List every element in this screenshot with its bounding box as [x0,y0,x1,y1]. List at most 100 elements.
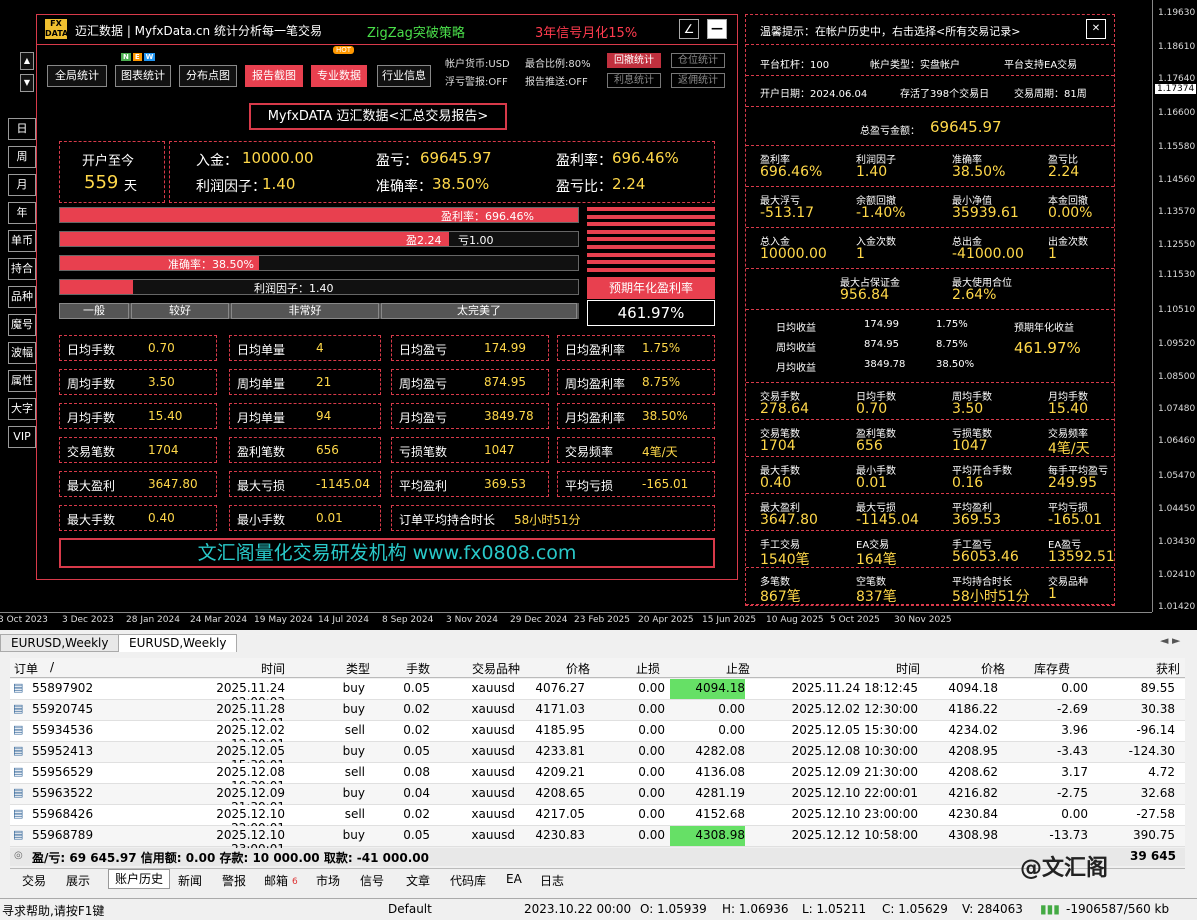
bottom-tab-2[interactable]: 账户历史 [108,869,171,889]
table-cell: 4076.27 [535,681,585,695]
nav-1[interactable]: 周 [8,146,36,168]
bottom-tab-4[interactable]: 警报 [222,872,246,889]
stat-label: 交易频率 [565,445,614,459]
column-header[interactable]: 价格 [930,660,1005,677]
days-unit: 天 [124,179,138,194]
table-row[interactable]: ▤559687892025.12.10 23:00:01buy0.05xauus… [10,826,1185,856]
table-cell: 55897902 [32,681,94,695]
tab-2[interactable]: 分布点图 [179,65,237,87]
metric-value: 1 [1048,246,1057,262]
rebate-stats-button[interactable]: 返佣统计 [671,73,725,88]
column-header[interactable]: 价格 [530,660,590,677]
status-low: L: 1.05211 [802,902,867,916]
table-cell: 0.00 [638,765,665,779]
column-header[interactable]: / [50,660,62,674]
table-row[interactable]: ▤559684262025.12.10 22:00:01sell0.02xauu… [10,805,1185,835]
column-header[interactable]: 订单 [14,660,44,677]
stat-cell: 平均盈利 369.53 [391,471,549,497]
bottom-tab-3[interactable]: 新闻 [178,872,202,889]
table-cell: xauusd [471,786,515,800]
metric-value: 0.40 [760,475,792,491]
time-tick: 24 Mar 2024 [190,615,248,625]
table-cell: 4233.81 [535,744,585,758]
tab-5[interactable]: 行业信息 [377,65,431,87]
nav-11[interactable]: VIP [8,426,36,448]
table-row[interactable]: ▤558979022025.11.24 02:00:03buy0.05xauus… [10,679,1185,709]
bottom-tab-11[interactable]: 日志 [540,872,564,889]
bottom-tab-9[interactable]: 代码库 [450,872,486,889]
scroll-up-button[interactable]: ▲ [20,52,34,70]
nav-6[interactable]: 品种 [8,286,36,308]
table-row[interactable]: ▤559345362025.12.02 12:30:01sell0.02xauu… [10,721,1185,751]
website-banner[interactable]: 文汇阁量化交易研发机构 www.fx0808.com [59,538,715,568]
column-header[interactable]: 库存费 [1010,660,1070,677]
column-header[interactable]: 交易品种 [460,660,520,677]
table-cell: 390.75 [1133,828,1175,842]
nav-10[interactable]: 大字 [8,398,36,420]
drawdown-stats-button[interactable]: 回撤统计 [607,53,661,68]
nav-5[interactable]: 持合 [8,258,36,280]
chart-tab[interactable]: EURUSD,Weekly [0,634,120,652]
bottom-tab-0[interactable]: 交易 [22,872,46,889]
chart-tab-active[interactable]: EURUSD,Weekly [118,634,238,652]
column-header[interactable]: 手数 [400,660,430,677]
bottom-tab-1[interactable]: 展示 [66,872,90,889]
edit-icon[interactable]: ∠ [679,19,699,39]
tab-scroll-icon[interactable]: ◄ ► [1160,634,1180,647]
table-cell: 89.55 [1140,681,1175,695]
nav-7[interactable]: 魔号 [8,314,36,336]
nav-0[interactable]: 日 [8,118,36,140]
bottom-tab-8[interactable]: 文章 [406,872,430,889]
bottom-tab-10[interactable]: EA [506,872,522,886]
table-row[interactable]: ▤559207452025.11.28 02:30:01buy0.02xauus… [10,700,1185,730]
tab-1[interactable]: 图表统计 [115,65,171,87]
metric-group: 最大占保证金 956.84 最大使用合位 2.64% [746,270,1114,310]
metric-value: -1.40% [856,205,906,221]
column-header[interactable]: 止盈 [660,660,750,677]
time-tick: 5 Oct 2025 [830,615,880,625]
table-row[interactable]: ▤559524132025.12.05 15:30:01buy0.05xauus… [10,742,1185,772]
bottom-tab-7[interactable]: 信号 [360,872,384,889]
stat-label: 交易笔数 [67,445,116,459]
table-cell: 2025.12.10 22:00:01 [791,786,918,800]
table-cell: 2025.12.09 21:30:00 [791,765,918,779]
table-row[interactable]: ▤559565292025.12.08 10:30:01sell0.08xauu… [10,763,1185,793]
status-volume: V: 284063 [962,902,1023,916]
position-stats-button[interactable]: 仓位统计 [671,53,725,68]
column-header[interactable]: 获利 [1080,660,1180,677]
bottom-tab-6[interactable]: 市场 [316,872,340,889]
stat-cell: 周均手数 3.50 [59,369,217,395]
minimize-button[interactable]: — [707,19,727,39]
table-cell: 4152.68 [695,807,745,821]
tab-4[interactable]: 专业数据 [311,65,367,87]
nav-4[interactable]: 单币 [8,230,36,252]
price-tick: 1.12550 [1158,240,1196,250]
nav-3[interactable]: 年 [8,202,36,224]
nav-8[interactable]: 波幅 [8,342,36,364]
column-header[interactable]: 时间 [790,660,920,677]
nav-9[interactable]: 属性 [8,370,36,392]
chart-area[interactable]: ▲ ▼ 日周月年单币 持合 品种 魔号 波幅 属性 大字 VIP FX DATA 迈汇数据 |… [0,0,1197,630]
metric-value: 38.50% [952,164,1006,180]
price-tick: 1.13570 [1158,207,1196,217]
table-cell: 4230.84 [948,807,998,821]
stat-cell: 最大盈利 3647.80 [59,471,217,497]
stat-value: 8.75% [642,375,681,389]
price-tick: 1.17640 [1158,74,1196,84]
table-row[interactable]: ▤559635222025.12.09 21:30:01buy0.04xauus… [10,784,1185,814]
stat-value: 1.75% [642,341,681,355]
roi-value: 696.46% [612,149,679,167]
tab-3[interactable]: 报告截图 [245,65,303,87]
column-header[interactable]: 止损 [600,660,660,677]
column-header[interactable]: 类型 [340,660,370,677]
scroll-down-button[interactable]: ▼ [20,74,34,92]
tab-0[interactable]: 全局统计 [47,65,107,87]
nav-2[interactable]: 月 [8,174,36,196]
interest-stats-button[interactable]: 利息统计 [607,73,661,88]
bottom-tab-5[interactable]: 邮箱 [264,872,288,889]
order-icon: ▤ [13,702,24,715]
metric-value: 1 [856,246,865,262]
close-icon[interactable]: ✕ [1086,19,1106,39]
table-cell: buy [342,702,365,716]
column-header[interactable]: 时间 [190,660,285,677]
